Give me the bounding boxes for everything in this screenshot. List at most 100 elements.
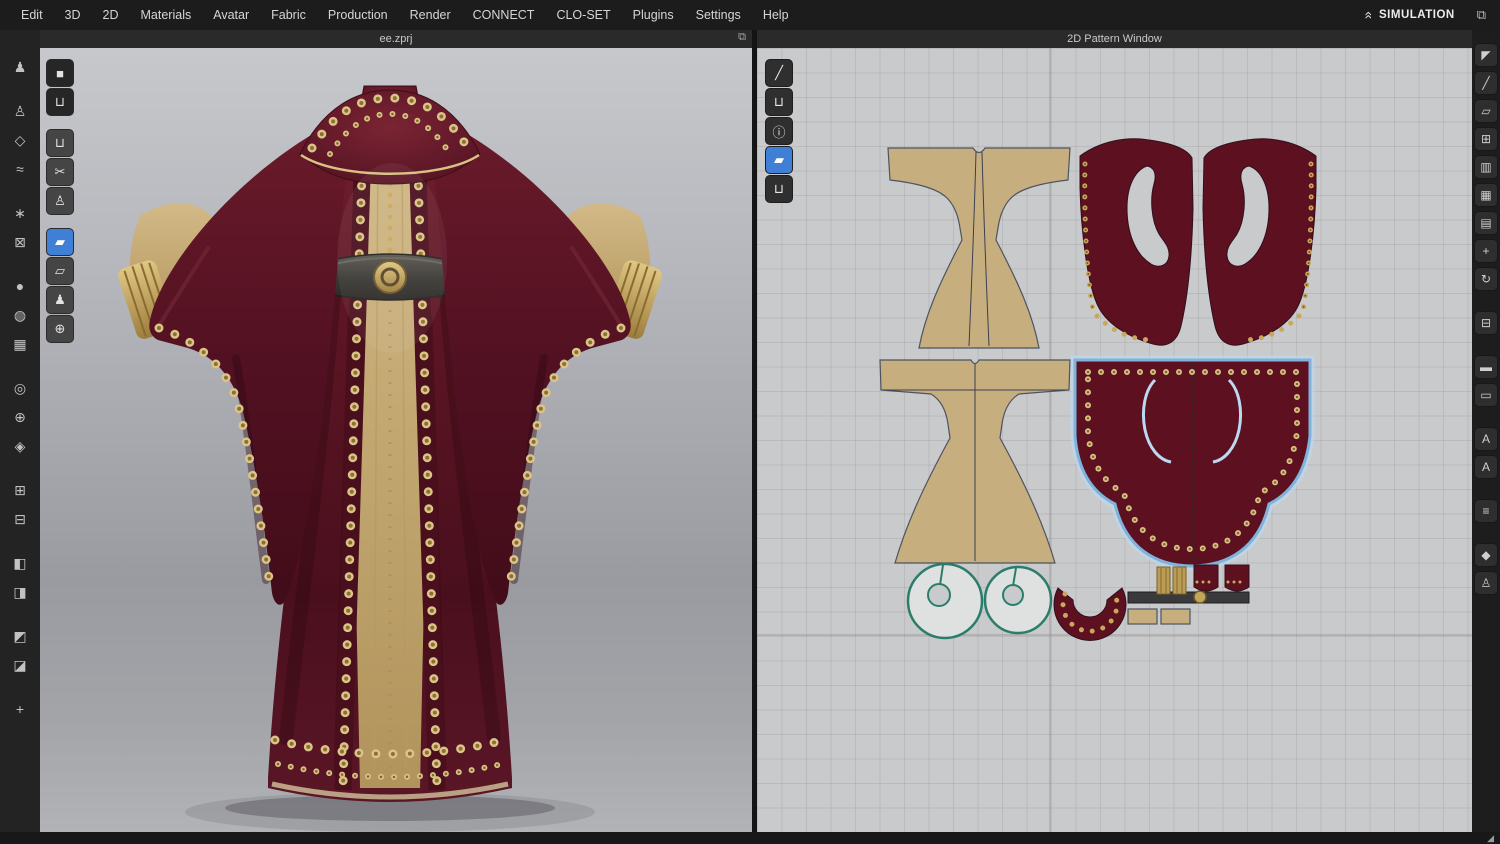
text-tool-icon[interactable]: A <box>1475 428 1497 450</box>
viewport-layout-4-icon[interactable]: ◪ <box>7 652 33 678</box>
menu-production[interactable]: Production <box>317 4 399 26</box>
pattern-collar-ring-large[interactable] <box>906 562 984 640</box>
world-icon[interactable]: ⊕ <box>47 316 73 342</box>
icon-glyph: ⊔ <box>54 94 66 109</box>
seam-tool-icon[interactable]: ✂ <box>47 159 73 185</box>
edit-pattern-icon[interactable]: ╱ <box>1475 72 1497 94</box>
grading-list-icon[interactable]: ≡ <box>1475 500 1497 522</box>
pattern-toolbar: ╱ ⊔ ⓘ ▰ ⊔ <box>766 60 792 202</box>
pattern-robe-body-selected[interactable] <box>1070 355 1315 571</box>
library-panel-icon[interactable]: ⧉ <box>1477 7 1486 23</box>
fabric-view-active-icon[interactable]: ▰ <box>47 229 73 255</box>
pattern-garment-icon[interactable]: ⊔ <box>766 89 792 115</box>
garment-3d-viewport[interactable]: ■ ⊔ ⊔ ✂ ♙ ▰ ▱ ♟ ⊕ <box>40 48 752 832</box>
pattern-fabric-active-icon[interactable]: ▰ <box>766 147 792 173</box>
menu-help[interactable]: Help <box>752 4 800 26</box>
pattern-back-left[interactable] <box>1079 138 1194 346</box>
simulation-label: SIMULATION <box>1379 9 1455 21</box>
viewport-layout-3-icon[interactable]: ◩ <box>7 623 33 649</box>
pattern-belt-tabs[interactable] <box>1127 608 1191 625</box>
lock-diamond-icon[interactable]: ◈ <box>7 433 33 459</box>
stitch-pen-icon[interactable]: ╱ <box>766 60 792 86</box>
mannequin-icon[interactable]: ♟ <box>47 287 73 313</box>
icon-glyph: ◤ <box>1481 48 1491 62</box>
pattern-front-bodice[interactable] <box>887 147 1071 349</box>
icon-glyph: ▦ <box>13 335 27 352</box>
pattern-canvas[interactable] <box>757 48 1472 832</box>
fabric-view-icon[interactable]: ▱ <box>47 258 73 284</box>
tape-measure-icon[interactable]: ▭ <box>1475 384 1497 406</box>
avatar-size-icon[interactable]: ◇ <box>7 127 33 153</box>
icon-glyph: ♙ <box>13 102 27 119</box>
pattern-belt-strip[interactable] <box>1127 590 1250 604</box>
pin-icon[interactable]: + <box>7 696 33 722</box>
layer-front-icon[interactable]: ⊞ <box>7 477 33 503</box>
icon-glyph: ≡ <box>1482 504 1490 518</box>
icon-glyph: ▰ <box>55 234 65 249</box>
aim-sphere-icon[interactable]: ◎ <box>7 375 33 401</box>
menu-render[interactable]: Render <box>399 4 462 26</box>
viewport-layout-2-icon[interactable]: ◨ <box>7 579 33 605</box>
avatar-show-icon[interactable]: ♟ <box>7 54 33 80</box>
icon-glyph: ◆ <box>1481 548 1491 562</box>
simulation-button[interactable]: » SIMULATION <box>1359 7 1455 23</box>
notch-tool-icon[interactable]: ▤ <box>1475 212 1497 234</box>
float-window-icon[interactable]: ⧉ <box>738 31 746 44</box>
layer-back-icon[interactable]: ⊟ <box>7 506 33 532</box>
font-style-icon[interactable]: A <box>1475 456 1497 478</box>
menu-2d[interactable]: 2D <box>92 4 130 26</box>
avatar-pose-icon[interactable]: ♙ <box>7 98 33 124</box>
menubar: Edit 3D 2D Materials Avatar Fabric Production R… <box>0 0 1500 30</box>
ruler-icon[interactable]: ▬ <box>1475 356 1497 378</box>
icon-glyph: ◇ <box>14 131 26 148</box>
pattern-collar-crescent[interactable] <box>1053 587 1127 641</box>
create-pattern-icon[interactable]: ▱ <box>1475 100 1497 122</box>
menu-connect[interactable]: CONNECT <box>462 4 546 26</box>
pattern-2d-viewport[interactable]: ╱ ⊔ ⓘ ▰ ⊔ <box>757 48 1472 832</box>
grid-tool-icon[interactable]: ▦ <box>1475 184 1497 206</box>
pattern-shirt-icon[interactable]: ⊔ <box>766 176 792 202</box>
select-tool-icon[interactable]: ◤ <box>1475 44 1497 66</box>
fabric-transform-icon[interactable]: ◆ <box>1475 544 1497 566</box>
garment-toggle-icon[interactable]: ⊔ <box>47 89 73 115</box>
avatar-pattern-icon[interactable]: ♙ <box>1475 572 1497 594</box>
corner-resize-icon[interactable]: ◢ <box>1487 833 1494 844</box>
trace-tool-icon[interactable]: ▥ <box>1475 156 1497 178</box>
pattern-back-right[interactable] <box>1202 138 1317 346</box>
garment-3d-render[interactable] <box>40 48 752 832</box>
icon-glyph: ▬ <box>1480 360 1492 374</box>
icon-glyph: ● <box>15 278 25 294</box>
pattern-cuff-pieces[interactable] <box>1156 566 1187 595</box>
icon-glyph: ⊕ <box>14 408 26 425</box>
unfold-tool-icon[interactable]: ↻ <box>1475 268 1497 290</box>
pattern-collar-ring-small[interactable] <box>983 565 1053 635</box>
menu-avatar[interactable]: Avatar <box>202 4 260 26</box>
dart-tool-icon[interactable]: + <box>1475 240 1497 262</box>
menu-clo-set[interactable]: CLO-SET <box>545 4 621 26</box>
pattern-info-icon[interactable]: ⓘ <box>766 118 792 144</box>
avatar-toggle-icon[interactable]: ♙ <box>47 188 73 214</box>
menu-fabric[interactable]: Fabric <box>260 4 317 26</box>
layer-clone-icon[interactable]: ⊟ <box>1475 312 1497 334</box>
icon-glyph: + <box>1482 244 1490 258</box>
pattern-trim-bits[interactable] <box>1193 564 1250 592</box>
avatar-bounding-icon[interactable]: ⊠ <box>7 229 33 255</box>
checkerboard-texture-icon[interactable]: ▦ <box>7 331 33 357</box>
pattern-sleeve-panel[interactable] <box>879 359 1071 564</box>
render-sphere-icon[interactable]: ● <box>7 273 33 299</box>
clone-pattern-icon[interactable]: ⊞ <box>1475 128 1497 150</box>
menu-materials[interactable]: Materials <box>130 4 203 26</box>
hair-material-icon[interactable]: ◍ <box>7 302 33 328</box>
menu-plugins[interactable]: Plugins <box>622 4 685 26</box>
icon-glyph: ⊠ <box>14 233 26 250</box>
viewport-layout-1-icon[interactable]: ◧ <box>7 550 33 576</box>
show-garment-icon[interactable]: ⊔ <box>47 130 73 156</box>
menu-3d[interactable]: 3D <box>54 4 92 26</box>
avatar-tape-icon[interactable]: ≈ <box>7 156 33 182</box>
menu-edit[interactable]: Edit <box>10 4 54 26</box>
statusbar: ◢ <box>0 832 1500 844</box>
avatar-arrange-point-icon[interactable]: ∗ <box>7 200 33 226</box>
view-cube-icon[interactable]: ■ <box>47 60 73 86</box>
menu-settings[interactable]: Settings <box>685 4 752 26</box>
globe-grid-icon[interactable]: ⊕ <box>7 404 33 430</box>
